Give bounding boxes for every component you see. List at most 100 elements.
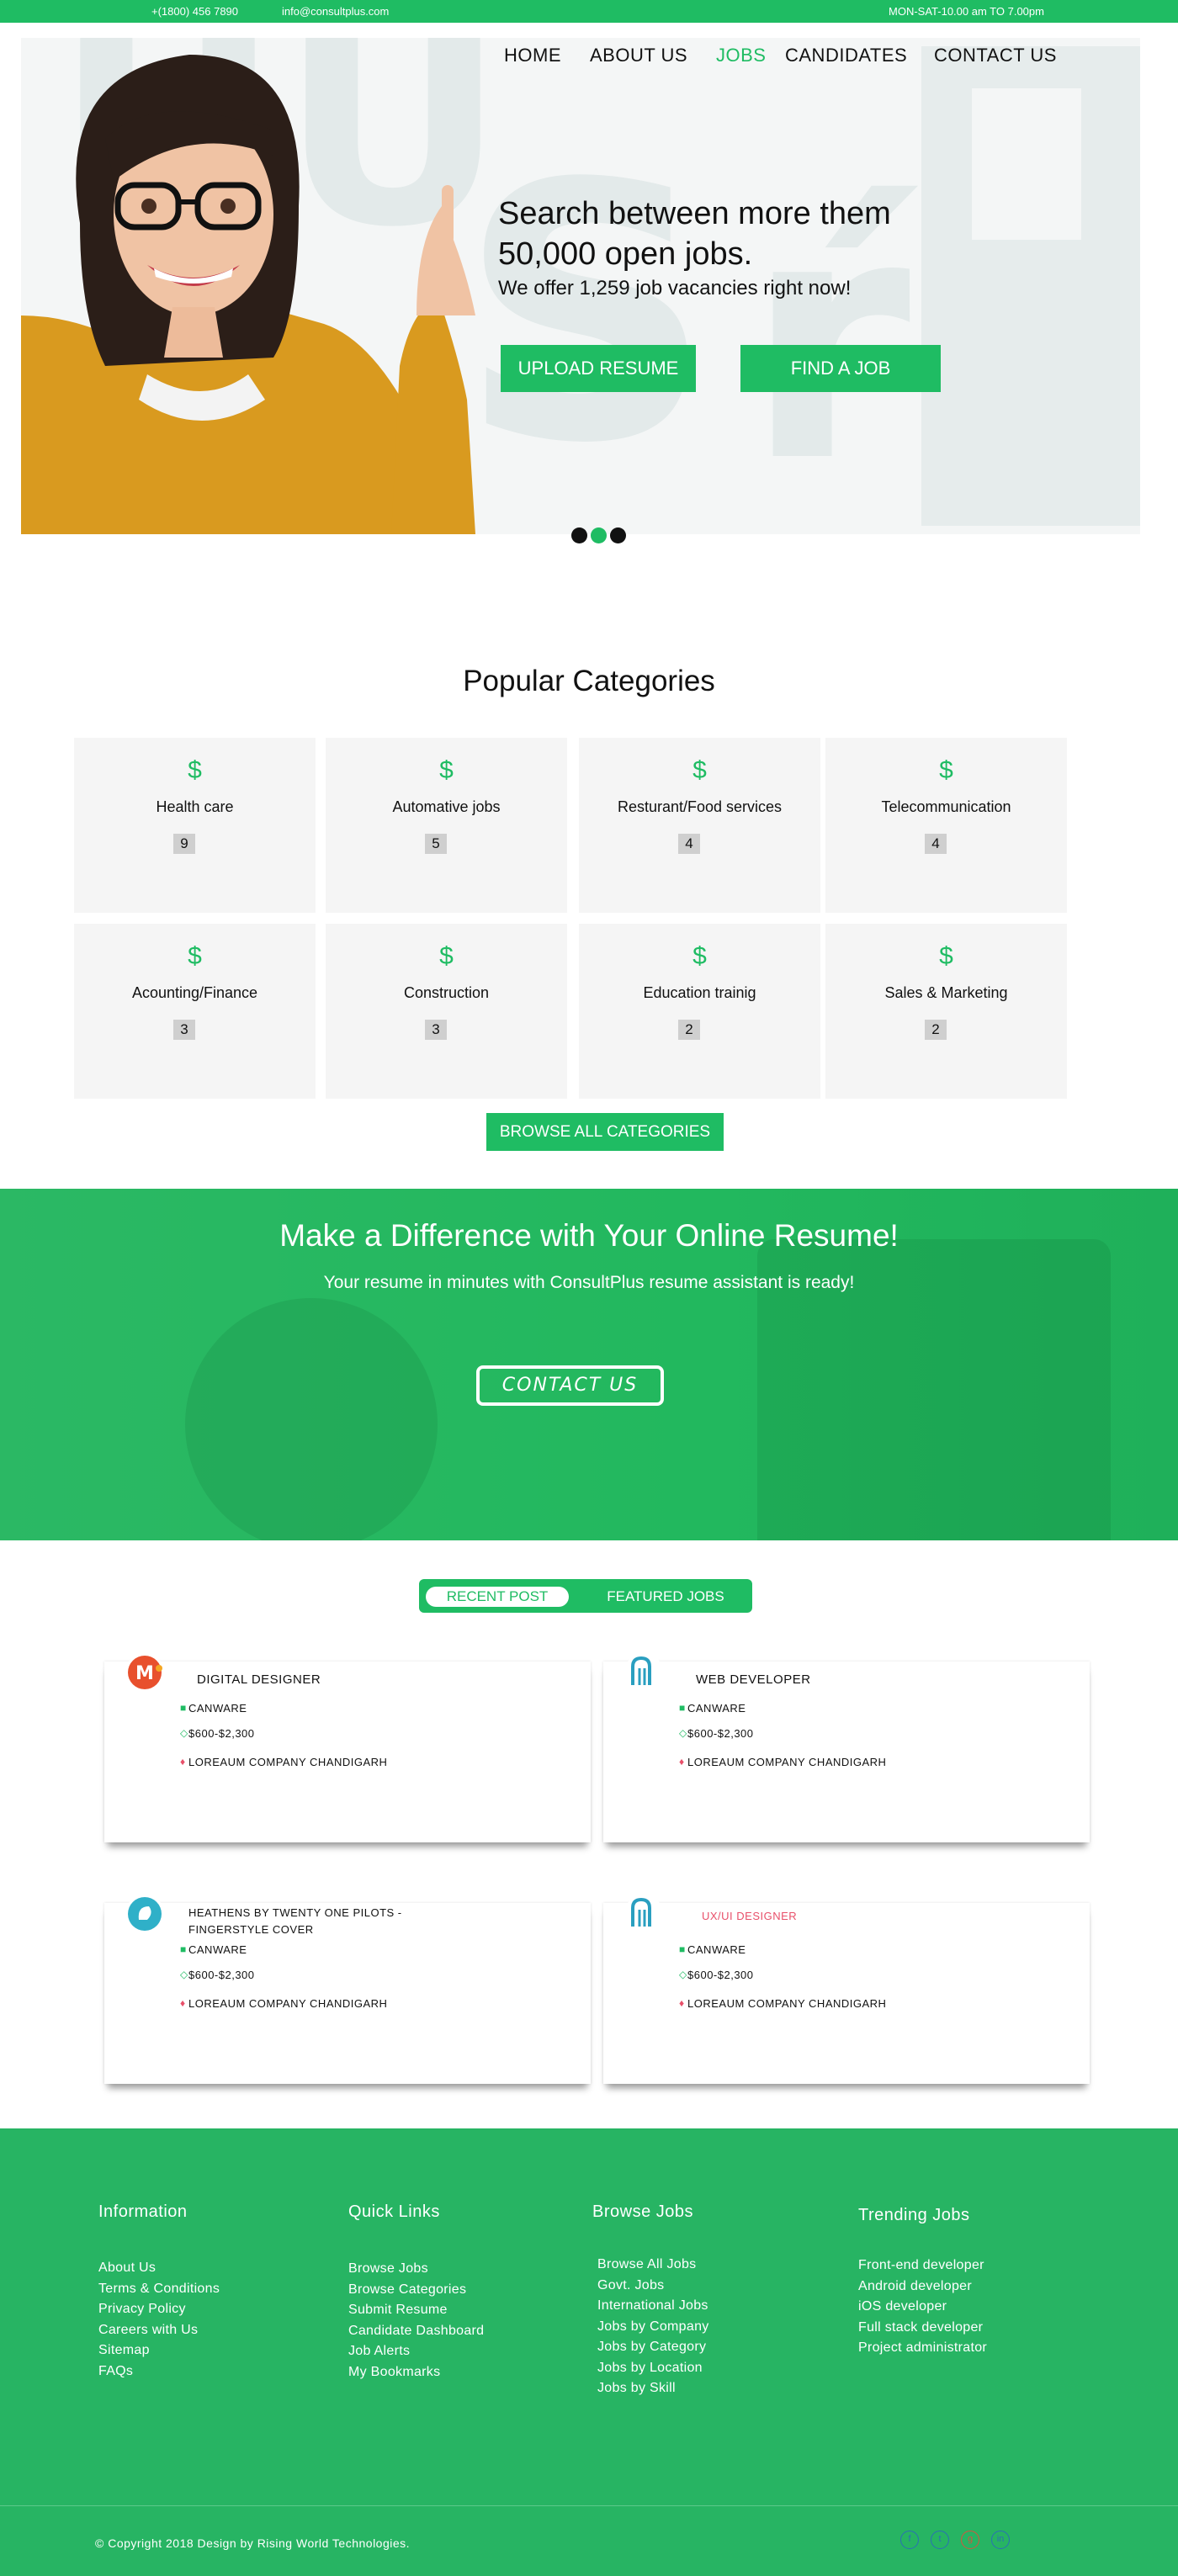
job-company: CANWARE <box>687 1702 746 1715</box>
nav-candidates[interactable]: CANDIDATES <box>785 45 907 66</box>
category-card[interactable]: $ Resturant/Food services 4 <box>579 738 820 913</box>
job-location: LOREAUM COMPANY CHANDIGARH <box>188 1756 388 1768</box>
briefcase-icon: ■ <box>180 1943 187 1955</box>
footer-link[interactable]: Sitemap <box>98 2340 220 2361</box>
slider-dot-2[interactable] <box>591 527 607 543</box>
category-card[interactable]: $ Health care 9 <box>74 738 316 913</box>
category-card[interactable]: $ Sales & Marketing 2 <box>825 924 1067 1099</box>
money-icon: ◇ <box>679 1727 687 1739</box>
footer-link[interactable]: About Us <box>98 2258 220 2279</box>
dollar-icon: $ <box>939 942 953 970</box>
company-logo-icon <box>624 1653 663 1692</box>
location-pin-icon: ♦ <box>679 1756 685 1768</box>
footer-heading-browse-jobs: Browse Jobs <box>592 2202 693 2221</box>
category-count: 4 <box>925 834 947 854</box>
job-company: CANWARE <box>687 1943 746 1956</box>
footer-links-quick: Browse Jobs Browse Categories Submit Res… <box>348 2259 484 2383</box>
tab-recent-post[interactable]: RECENT POST <box>426 1587 569 1607</box>
category-card[interactable]: $ Education trainig 2 <box>579 924 820 1099</box>
footer-link[interactable]: Jobs by Skill <box>597 2378 709 2399</box>
twitter-icon[interactable]: t <box>931 2531 949 2549</box>
slider-dot-1[interactable] <box>571 527 587 543</box>
footer-link[interactable]: Govt. Jobs <box>597 2276 709 2297</box>
opening-hours: MON-SAT-10.00 am TO 7.00pm <box>889 5 1044 18</box>
footer-link[interactable]: Terms & Conditions <box>98 2279 220 2300</box>
category-card[interactable]: $ Acounting/Finance 3 <box>74 924 316 1099</box>
footer-link[interactable]: Jobs by Company <box>597 2317 709 2338</box>
footer-link[interactable]: iOS developer <box>858 2297 987 2318</box>
footer-link[interactable]: Full stack developer <box>858 2318 987 2339</box>
footer-links-browse: Browse All Jobs Govt. Jobs International… <box>597 2255 709 2399</box>
category-count: 2 <box>925 1020 947 1040</box>
footer-divider <box>0 2505 1178 2506</box>
job-title[interactable]: DIGITAL DESIGNER <box>197 1672 416 1688</box>
footer-link[interactable]: Project administrator <box>858 2338 987 2359</box>
footer-link[interactable]: Browse Categories <box>348 2280 484 2301</box>
footer-link[interactable]: Browse Jobs <box>348 2259 484 2280</box>
category-name: Acounting/Finance <box>131 984 258 1001</box>
nav-jobs[interactable]: JOBS <box>716 45 766 66</box>
money-icon: ◇ <box>180 1969 188 1980</box>
job-title[interactable]: HEATHENS BY TWENTY ONE PILOTS - FINGERST… <box>188 1905 407 1938</box>
footer-link[interactable]: Candidate Dashboard <box>348 2321 484 2342</box>
job-card[interactable]: UX/UI DESIGNER ■ CANWARE ◇ $600-$2,300 ♦ LO… <box>603 1895 1090 2084</box>
footer-link[interactable]: Android developer <box>858 2277 987 2298</box>
company-logo-icon: M <box>125 1653 164 1692</box>
dollar-icon: $ <box>692 756 707 784</box>
contact-us-button[interactable]: CONTACT US <box>476 1365 664 1406</box>
slider-dot-3[interactable] <box>610 527 626 543</box>
footer-link[interactable]: Careers with Us <box>98 2320 220 2341</box>
location-pin-icon: ♦ <box>180 1997 186 2009</box>
category-card[interactable]: $ Automative jobs 5 <box>326 738 567 913</box>
footer-link[interactable]: My Bookmarks <box>348 2362 484 2383</box>
nav-contact-us[interactable]: CONTACT US <box>934 45 1057 66</box>
linkedin-icon[interactable]: in <box>991 2531 1010 2549</box>
email-link[interactable]: info@consultplus.com <box>282 5 389 18</box>
find-a-job-button[interactable]: FIND A JOB <box>740 345 941 392</box>
facebook-icon[interactable]: f <box>900 2531 919 2549</box>
phone-number[interactable]: +(1800) 456 7890 <box>151 5 238 18</box>
hero-title-line1: Search between more them <box>498 196 891 231</box>
footer-heading-information: Information <box>98 2202 188 2221</box>
tab-featured-jobs[interactable]: FEATURED JOBS <box>587 1587 744 1607</box>
dollar-icon: $ <box>692 942 707 970</box>
footer-link[interactable]: Job Alerts <box>348 2341 484 2362</box>
hero-title-line2: 50,000 open jobs. <box>498 236 753 272</box>
dollar-icon: $ <box>439 942 454 970</box>
footer-link[interactable]: International Jobs <box>597 2296 709 2317</box>
footer-heading-trending-jobs: Trending Jobs <box>858 2206 970 2224</box>
job-card[interactable]: WEB DEVELOPER ■ CANWARE ◇ $600-$2,300 ♦ LOR… <box>603 1653 1090 1842</box>
nav-home[interactable]: HOME <box>504 45 561 66</box>
category-count: 5 <box>425 834 447 854</box>
category-count: 3 <box>173 1020 195 1040</box>
footer-link[interactable]: Submit Resume <box>348 2300 484 2321</box>
footer-link[interactable]: FAQs <box>98 2361 220 2383</box>
footer-link[interactable]: Jobs by Category <box>597 2337 709 2358</box>
job-salary: $600-$2,300 <box>188 1969 255 1981</box>
google-plus-icon[interactable]: g <box>961 2531 979 2549</box>
footer-link[interactable]: Front-end developer <box>858 2255 987 2277</box>
job-card[interactable]: HEATHENS BY TWENTY ONE PILOTS - FINGERST… <box>104 1895 591 2084</box>
money-icon: ◇ <box>180 1727 188 1739</box>
job-title[interactable]: UX/UI DESIGNER <box>702 1908 921 1925</box>
footer-link[interactable]: Browse All Jobs <box>597 2255 709 2276</box>
dollar-icon: $ <box>188 756 202 784</box>
category-name: Construction <box>403 984 490 1001</box>
banner-title: Make a Difference with Your Online Resum… <box>279 1218 899 1253</box>
upload-resume-button[interactable]: UPLOAD RESUME <box>501 345 696 392</box>
category-name: Education trainig <box>643 984 756 1001</box>
category-name: Sales & Marketing <box>884 984 1008 1001</box>
browse-all-categories-button[interactable]: BROWSE ALL CATEGORIES <box>486 1113 724 1151</box>
money-icon: ◇ <box>679 1969 687 1980</box>
job-salary: $600-$2,300 <box>687 1727 754 1740</box>
job-title[interactable]: WEB DEVELOPER <box>696 1672 915 1688</box>
category-card[interactable]: $ Construction 3 <box>326 924 567 1099</box>
job-card[interactable]: M DIGITAL DESIGNER ■ CANWARE ◇ $600-$2,300… <box>104 1653 591 1842</box>
footer-link[interactable]: Jobs by Location <box>597 2358 709 2379</box>
job-salary: $600-$2,300 <box>687 1969 754 1981</box>
location-pin-icon: ♦ <box>679 1997 685 2009</box>
footer-link[interactable]: Privacy Policy <box>98 2299 220 2320</box>
hero-slider: ÜÜ S ŕ Search between more them50,000 op… <box>21 38 1140 534</box>
category-card[interactable]: $ Telecommunication 4 <box>825 738 1067 913</box>
nav-about-us[interactable]: ABOUT US <box>590 45 687 66</box>
